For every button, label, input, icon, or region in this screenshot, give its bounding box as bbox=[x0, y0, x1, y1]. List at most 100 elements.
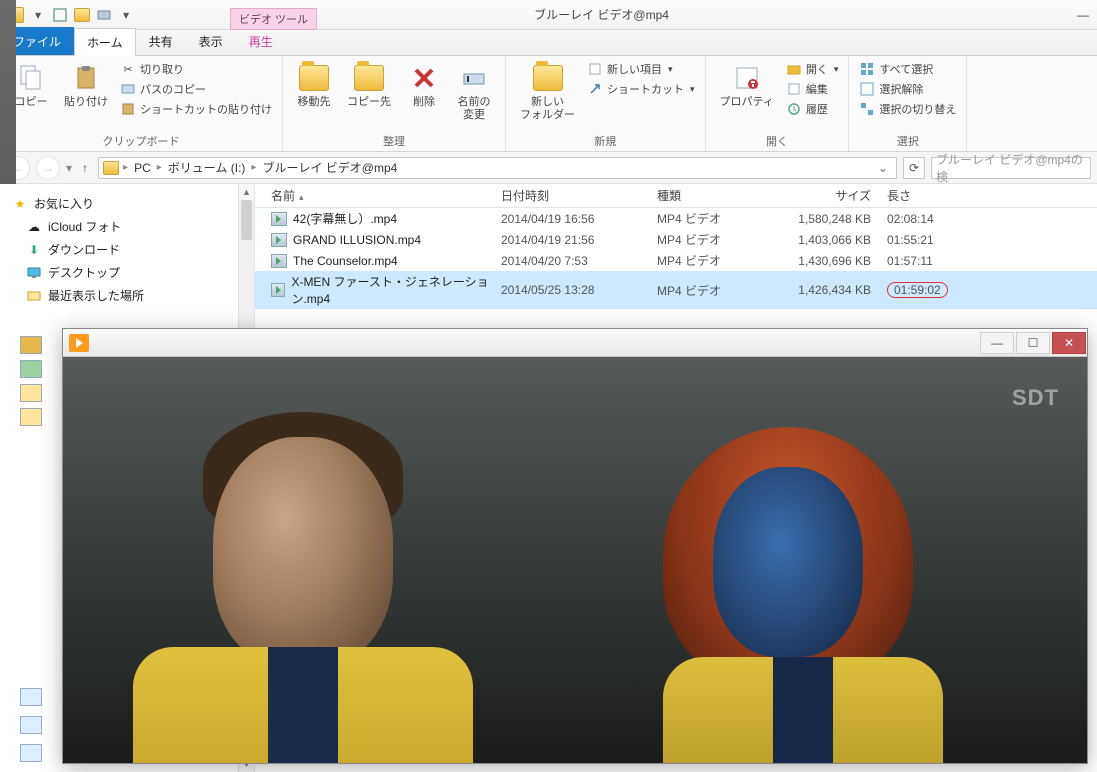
column-headers: 名前▴ 日付時刻 種類 サイズ 長さ bbox=[255, 184, 1097, 208]
paste-icon bbox=[70, 62, 102, 94]
download-icon: ⬇ bbox=[26, 242, 42, 258]
file-name: GRAND ILLUSION.mp4 bbox=[293, 233, 421, 247]
figure-woman-head bbox=[713, 467, 863, 657]
tree-icon[interactable] bbox=[20, 360, 42, 378]
tree-icon[interactable] bbox=[20, 384, 42, 402]
window-minimize-button[interactable]: — bbox=[1069, 8, 1097, 22]
tab-share[interactable]: 共有 bbox=[136, 27, 186, 55]
refresh-button[interactable]: ⟳ bbox=[903, 157, 925, 179]
media-player-window: — ☐ ✕ SDT bbox=[62, 328, 1088, 764]
invert-icon bbox=[859, 101, 875, 117]
history-button[interactable]: 履歴 bbox=[786, 100, 839, 118]
col-type[interactable]: 種類 bbox=[657, 187, 775, 204]
new-shortcut-button[interactable]: ショートカット▾ bbox=[587, 80, 695, 98]
file-name: The Counselor.mp4 bbox=[293, 254, 398, 268]
player-maximize-button[interactable]: ☐ bbox=[1016, 332, 1050, 354]
player-titlebar[interactable]: — ☐ ✕ bbox=[63, 329, 1087, 357]
copy-icon bbox=[15, 62, 47, 94]
file-row[interactable]: 42(字幕無し）.mp42014/04/19 16:56MP4 ビデオ1,580… bbox=[255, 208, 1097, 229]
player-minimize-button[interactable]: — bbox=[980, 332, 1014, 354]
qat-newfolder-icon[interactable] bbox=[74, 8, 90, 22]
qat-dropdown-icon[interactable]: ▾ bbox=[30, 7, 46, 23]
file-date: 2014/05/25 13:28 bbox=[501, 283, 657, 297]
group-select: すべて選択 選択解除 選択の切り替え 選択 bbox=[849, 56, 967, 151]
crumb-volume[interactable]: ボリューム (I:) bbox=[166, 159, 248, 176]
video-watermark: SDT bbox=[1012, 385, 1059, 411]
col-date[interactable]: 日付時刻 bbox=[501, 187, 657, 204]
col-name[interactable]: 名前▴ bbox=[271, 187, 501, 204]
rename-button[interactable]: 名前の 変更 bbox=[453, 60, 495, 124]
group-new: 新しい フォルダー 新しい項目▾ ショートカット▾ 新規 bbox=[506, 56, 706, 151]
new-item-button[interactable]: 新しい項目▾ bbox=[587, 60, 695, 78]
col-size[interactable]: サイズ bbox=[775, 187, 887, 204]
copy-to-button[interactable]: コピー先 bbox=[343, 60, 395, 111]
sidebar-item[interactable]: ☁iCloud フォト bbox=[4, 215, 250, 238]
shortcut-paste-icon bbox=[120, 101, 136, 117]
scroll-up-icon[interactable]: ▲ bbox=[239, 184, 254, 200]
new-folder-icon bbox=[532, 62, 564, 94]
search-input[interactable]: ブルーレイ ビデオ@mp4の検 bbox=[931, 157, 1091, 179]
copy-path-button[interactable]: パスのコピー bbox=[120, 80, 272, 98]
invert-selection-button[interactable]: 選択の切り替え bbox=[859, 100, 956, 118]
nav-forward-button[interactable]: → bbox=[36, 156, 60, 180]
qat-more-icon[interactable]: ▾ bbox=[118, 7, 134, 23]
edit-button[interactable]: 編集 bbox=[786, 80, 839, 98]
properties-button[interactable]: プロパティ bbox=[716, 60, 778, 111]
crumb-sep-icon: ▸ bbox=[157, 162, 162, 173]
qat-properties-icon[interactable] bbox=[52, 7, 68, 23]
cut-button[interactable]: ✂切り取り bbox=[120, 60, 272, 78]
history-icon bbox=[786, 101, 802, 117]
tab-play[interactable]: 再生 bbox=[236, 27, 286, 55]
qat-extra-icon[interactable] bbox=[96, 7, 112, 23]
new-folder-button[interactable]: 新しい フォルダー bbox=[516, 60, 579, 124]
file-date: 2014/04/19 21:56 bbox=[501, 233, 657, 247]
address-bar[interactable]: ▸ PC ▸ ボリューム (I:) ▸ ブルーレイ ビデオ@mp4 ⌄ bbox=[98, 157, 897, 179]
path-icon bbox=[120, 81, 136, 97]
sidebar-favorites[interactable]: ★ お気に入り bbox=[4, 192, 250, 215]
copyto-icon bbox=[353, 62, 385, 94]
crumb-pc[interactable]: PC bbox=[132, 161, 153, 175]
player-video-area[interactable]: SDT bbox=[63, 357, 1087, 763]
crumb-sep-icon: ▸ bbox=[251, 162, 256, 173]
select-none-button[interactable]: 選択解除 bbox=[859, 80, 956, 98]
tree-icon[interactable] bbox=[20, 336, 42, 354]
select-all-button[interactable]: すべて選択 bbox=[859, 60, 956, 78]
paste-button[interactable]: 貼り付け bbox=[60, 60, 112, 111]
video-file-icon bbox=[271, 283, 285, 297]
player-close-button[interactable]: ✕ bbox=[1052, 332, 1086, 354]
nav-recent-dropdown[interactable]: ▾ bbox=[66, 161, 72, 175]
titlebar: ▾ ▾ ブルーレイ ビデオ@mp4 — bbox=[0, 0, 1097, 30]
scroll-thumb[interactable] bbox=[241, 200, 252, 240]
file-type: MP4 ビデオ bbox=[657, 282, 775, 299]
file-row[interactable]: GRAND ILLUSION.mp42014/04/19 21:56MP4 ビデ… bbox=[255, 229, 1097, 250]
sidebar-item[interactable]: 最近表示した場所 bbox=[4, 284, 250, 307]
col-length[interactable]: 長さ bbox=[887, 187, 977, 204]
nav-up-button[interactable]: ↑ bbox=[78, 161, 92, 175]
paste-shortcut-button[interactable]: ショートカットの貼り付け bbox=[120, 100, 272, 118]
figure-man-body bbox=[133, 647, 473, 763]
recent-icon bbox=[26, 288, 42, 304]
file-type: MP4 ビデオ bbox=[657, 252, 775, 269]
tree-icon[interactable] bbox=[20, 716, 42, 734]
sort-asc-icon: ▴ bbox=[299, 192, 304, 202]
crumb-folder[interactable]: ブルーレイ ビデオ@mp4 bbox=[260, 159, 399, 176]
addr-dropdown-icon[interactable]: ⌄ bbox=[874, 161, 892, 175]
delete-button[interactable]: 削除 bbox=[403, 60, 445, 111]
navbar: ← → ▾ ↑ ▸ PC ▸ ボリューム (I:) ▸ ブルーレイ ビデオ@mp… bbox=[0, 152, 1097, 184]
sidebar-item[interactable]: デスクトップ bbox=[4, 261, 250, 284]
file-date: 2014/04/19 16:56 bbox=[501, 212, 657, 226]
tree-icon[interactable] bbox=[20, 688, 42, 706]
file-row[interactable]: The Counselor.mp42014/04/20 7:53MP4 ビデオ1… bbox=[255, 250, 1097, 271]
open-button[interactable]: 開く▾ bbox=[786, 60, 839, 78]
properties-icon bbox=[731, 62, 763, 94]
file-row[interactable]: X-MEN ファースト・ジェネレーション.mp42014/05/25 13:28… bbox=[255, 271, 1097, 309]
copy-button[interactable]: コピー bbox=[10, 60, 52, 111]
sidebar-item[interactable]: ⬇ダウンロード bbox=[4, 238, 250, 261]
tree-icon[interactable] bbox=[20, 744, 42, 762]
move-to-button[interactable]: 移動先 bbox=[293, 60, 335, 111]
tab-home[interactable]: ホーム bbox=[74, 28, 136, 56]
select-none-icon bbox=[859, 81, 875, 97]
tab-view[interactable]: 表示 bbox=[186, 27, 236, 55]
select-all-icon bbox=[859, 61, 875, 77]
tree-icon[interactable] bbox=[20, 408, 42, 426]
